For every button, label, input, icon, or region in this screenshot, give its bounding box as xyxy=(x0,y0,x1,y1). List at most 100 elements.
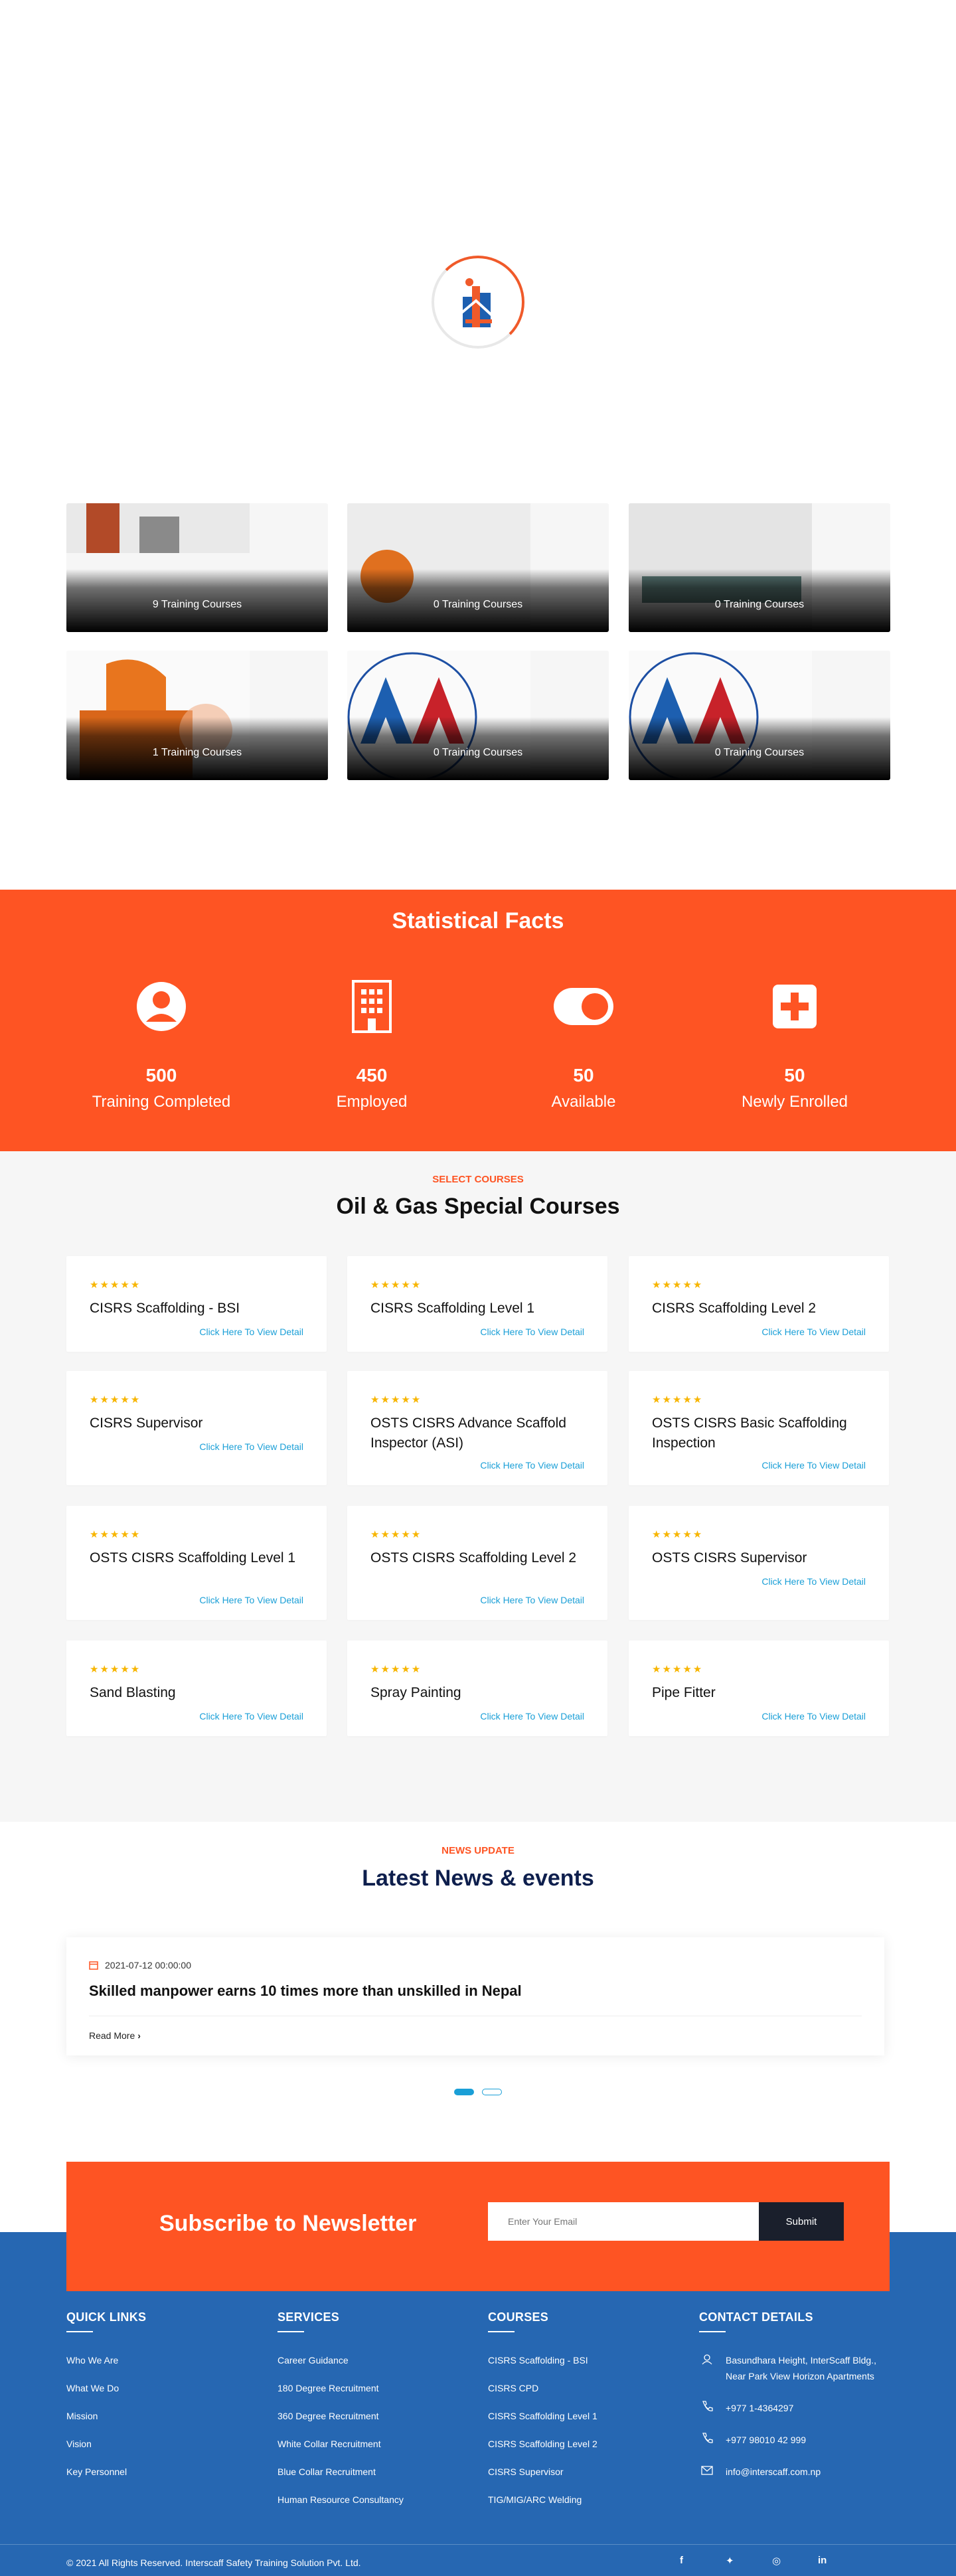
view-detail-link[interactable]: Click Here To View Detail xyxy=(761,1327,866,1337)
footer-link[interactable]: White Collar Recruitment xyxy=(278,2439,404,2449)
category-thumbnail xyxy=(66,503,250,553)
course-card[interactable]: ★★★★★ Spray Painting Click Here To View … xyxy=(347,1641,607,1736)
course-name: Pipe Fitter xyxy=(652,1685,716,1700)
footer-link[interactable]: What We Do xyxy=(66,2383,146,2393)
news-card[interactable]: 2021-07-12 00:00:00 Skilled manpower ear… xyxy=(66,1937,884,2055)
view-detail-link[interactable]: Click Here To View Detail xyxy=(480,1595,584,1605)
view-detail-link[interactable]: Click Here To View Detail xyxy=(480,1460,584,1471)
course-name: CISRS Supervisor xyxy=(90,1415,203,1431)
carousel-dot[interactable] xyxy=(482,2089,502,2095)
footer-link[interactable]: Mission xyxy=(66,2411,146,2421)
contact-mobile[interactable]: +977 98010 42 999 xyxy=(699,2432,898,2448)
address-line: Basundhara Height, InterScaff Bldg., xyxy=(726,2355,876,2366)
news-eyebrow: NEWS UPDATE xyxy=(441,1845,515,1856)
category-card[interactable]: 9 Training Courses xyxy=(66,503,328,632)
footer-link[interactable]: CISRS Scaffolding Level 1 xyxy=(488,2411,598,2421)
footer-link[interactable]: Key Personnel xyxy=(66,2466,146,2477)
stat-item: 50 Newly Enrolled xyxy=(695,976,894,1111)
course-card[interactable]: ★★★★★ CISRS Scaffolding - BSI Click Here… xyxy=(66,1256,327,1352)
footer-link[interactable]: Career Guidance xyxy=(278,2355,404,2366)
course-card[interactable]: ★★★★★ OSTS CISRS Basic Scaffolding Inspe… xyxy=(629,1371,889,1485)
footer-link[interactable]: TIG/MIG/ARC Welding xyxy=(488,2494,598,2505)
view-detail-link[interactable]: Click Here To View Detail xyxy=(480,1711,584,1722)
course-card[interactable]: ★★★★★ CISRS Scaffolding Level 2 Click He… xyxy=(629,1256,889,1352)
footer-link[interactable]: 360 Degree Recruitment xyxy=(278,2411,404,2421)
read-more-label: Read More xyxy=(89,2030,135,2041)
footer-link[interactable]: Human Resource Consultancy xyxy=(278,2494,404,2505)
category-card[interactable]: 0 Training Courses xyxy=(347,651,609,780)
carousel-dot-active[interactable] xyxy=(454,2089,474,2095)
category-card[interactable]: 0 Training Courses xyxy=(629,651,890,780)
instagram-icon[interactable]: ◎ xyxy=(772,2555,781,2567)
courses-section: SELECT COURSES Oil & Gas Special Courses… xyxy=(0,1151,956,1822)
email-address: info@interscaff.com.np xyxy=(726,2466,821,2477)
footer-link[interactable]: Vision xyxy=(66,2439,146,2449)
calendar-icon xyxy=(89,1961,98,1970)
footer-link[interactable]: CISRS Scaffolding - BSI xyxy=(488,2355,598,2366)
course-card[interactable]: ★★★★★ Pipe Fitter Click Here To View Det… xyxy=(629,1641,889,1736)
course-card[interactable]: ★★★★★ OSTS CISRS Supervisor Click Here T… xyxy=(629,1506,889,1620)
rating-stars-icon: ★★★★★ xyxy=(652,1529,704,1540)
stat-item: 450 Employed xyxy=(272,976,471,1111)
course-name: OSTS CISRS Scaffolding Level 1 xyxy=(90,1550,296,1566)
rating-stars-icon: ★★★★★ xyxy=(370,1664,422,1675)
contact-email[interactable]: info@interscaff.com.np xyxy=(699,2464,898,2480)
footer-contact: CONTACT DETAILS Basundhara Height, Inter… xyxy=(699,2310,898,2496)
news-headline[interactable]: Skilled manpower earns 10 times more tha… xyxy=(89,1982,522,2000)
course-name: Sand Blasting xyxy=(90,1685,176,1700)
course-card[interactable]: ★★★★★ CISRS Supervisor Click Here To Vie… xyxy=(66,1371,327,1485)
category-card[interactable]: 0 Training Courses xyxy=(347,503,609,632)
course-card[interactable]: ★★★★★ OSTS CISRS Scaffolding Level 2 Cli… xyxy=(347,1506,607,1620)
footer-link[interactable]: 180 Degree Recruitment xyxy=(278,2383,404,2393)
rating-stars-icon: ★★★★★ xyxy=(90,1394,141,1406)
category-course-count: 9 Training Courses xyxy=(152,599,242,610)
contact-phone[interactable]: +977 1-4364297 xyxy=(699,2400,898,2416)
stat-value: 50 xyxy=(573,1065,594,1086)
view-detail-link[interactable]: Click Here To View Detail xyxy=(480,1327,584,1337)
view-detail-link[interactable]: Click Here To View Detail xyxy=(199,1711,303,1722)
course-card[interactable]: ★★★★★ Sand Blasting Click Here To View D… xyxy=(66,1641,327,1736)
stat-item: 50 Available xyxy=(484,976,683,1111)
view-detail-link[interactable]: Click Here To View Detail xyxy=(199,1595,303,1605)
twitter-icon[interactable]: ✦ xyxy=(726,2555,734,2567)
category-card[interactable]: 0 Training Courses xyxy=(629,503,890,632)
footer-link[interactable]: CISRS Supervisor xyxy=(488,2466,598,2477)
news-title: Latest News & events xyxy=(362,1866,594,1891)
view-detail-link[interactable]: Click Here To View Detail xyxy=(761,1576,866,1587)
footer-heading: COURSES xyxy=(488,2310,549,2324)
course-name: Spray Painting xyxy=(370,1685,461,1700)
footer-link[interactable]: CISRS Scaffolding Level 2 xyxy=(488,2439,598,2449)
footer-heading: CONTACT DETAILS xyxy=(699,2310,813,2324)
newsletter-email-input[interactable] xyxy=(488,2202,759,2241)
read-more-link[interactable]: Read More › xyxy=(89,2030,141,2041)
category-course-count: 0 Training Courses xyxy=(714,599,805,610)
view-detail-link[interactable]: Click Here To View Detail xyxy=(199,1441,303,1452)
rating-stars-icon: ★★★★★ xyxy=(370,1394,422,1406)
facebook-icon[interactable]: f xyxy=(680,2555,683,2566)
category-card[interactable]: 1 Training Courses xyxy=(66,651,328,780)
category-course-count: 1 Training Courses xyxy=(152,747,242,758)
footer-link[interactable]: Who We Are xyxy=(66,2355,146,2366)
subscribe-button[interactable]: Submit xyxy=(759,2202,844,2241)
view-detail-link[interactable]: Click Here To View Detail xyxy=(761,1460,866,1471)
newsletter-title: Subscribe to Newsletter xyxy=(159,2211,417,2236)
footer-link[interactable]: Blue Collar Recruitment xyxy=(278,2466,404,2477)
course-card[interactable]: ★★★★★ OSTS CISRS Scaffolding Level 1 Cli… xyxy=(66,1506,327,1620)
course-card[interactable]: ★★★★★ CISRS Scaffolding Level 1 Click He… xyxy=(347,1256,607,1352)
toggle-icon xyxy=(484,976,683,1037)
linkedin-icon[interactable]: in xyxy=(818,2555,827,2566)
stat-label: Employed xyxy=(336,1093,408,1111)
view-detail-link[interactable]: Click Here To View Detail xyxy=(761,1711,866,1722)
view-detail-link[interactable]: Click Here To View Detail xyxy=(199,1327,303,1337)
course-name: OSTS CISRS Supervisor xyxy=(652,1550,807,1566)
course-name: OSTS CISRS Scaffolding Level 2 xyxy=(370,1550,577,1566)
stat-label: Training Completed xyxy=(92,1093,231,1111)
phone-icon xyxy=(702,2433,713,2443)
contact-address: Basundhara Height, InterScaff Bldg., Near… xyxy=(699,2352,898,2384)
rating-stars-icon: ★★★★★ xyxy=(652,1394,704,1406)
course-card[interactable]: ★★★★★ OSTS CISRS Advance Scaffold Inspec… xyxy=(347,1371,607,1485)
footer-link[interactable]: CISRS CPD xyxy=(488,2383,598,2393)
category-course-count: 0 Training Courses xyxy=(433,599,523,610)
rating-stars-icon: ★★★★★ xyxy=(90,1529,141,1540)
course-name: CISRS Scaffolding Level 2 xyxy=(652,1301,817,1316)
